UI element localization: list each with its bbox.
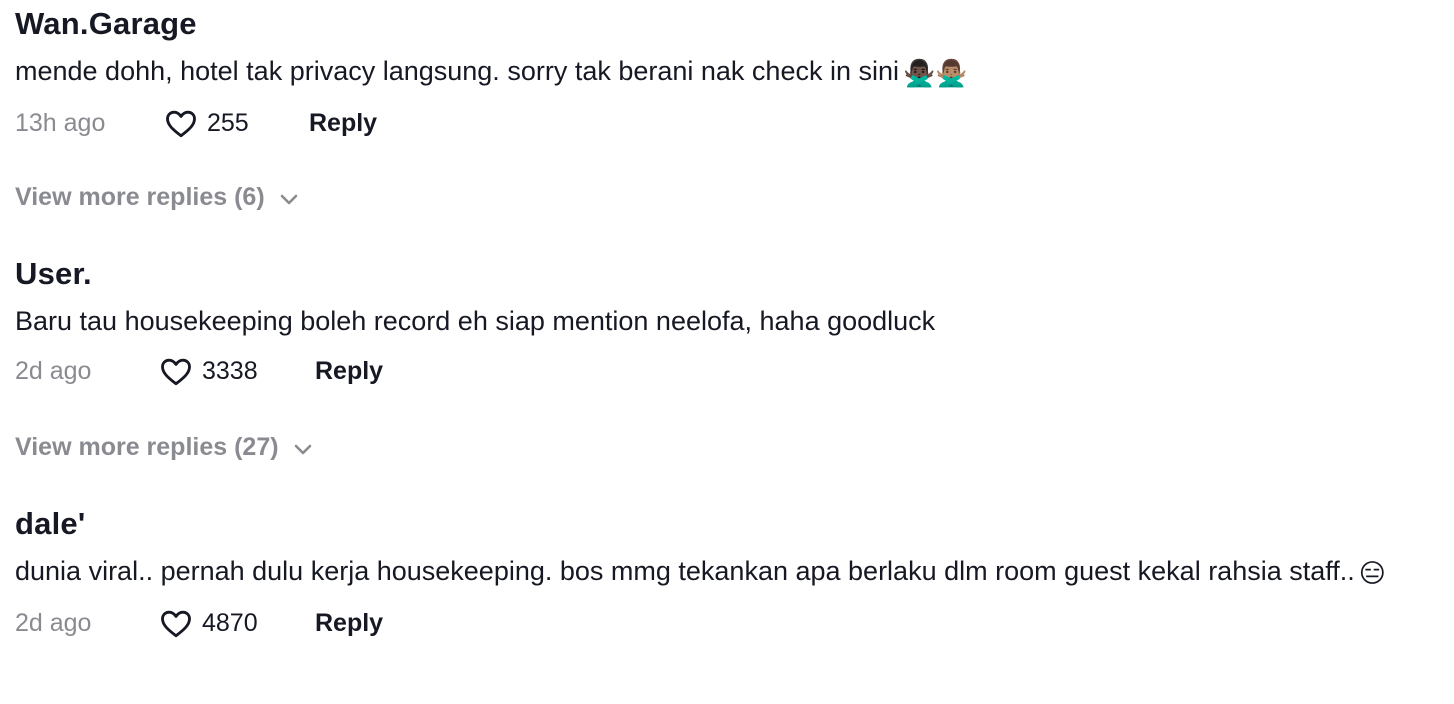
view-more-label: View more replies (6) (15, 183, 265, 211)
comment-timestamp: 2d ago (15, 357, 92, 385)
comment-item: Wan.Garage mende dohh, hotel tak privacy… (15, 4, 1424, 141)
comment-meta: 2d ago 3338 Reply (15, 353, 1424, 389)
like-count: 255 (207, 109, 249, 137)
comment-username[interactable]: User. (15, 254, 1424, 294)
comment-timestamp: 2d ago (15, 609, 92, 637)
like-button[interactable]: 255 (163, 105, 309, 141)
view-more-replies[interactable]: View more replies (6) (15, 181, 301, 213)
comment-username[interactable]: Wan.Garage (15, 4, 1424, 44)
heart-outline-icon (161, 358, 191, 386)
view-more-replies[interactable]: View more replies (27) (15, 431, 315, 463)
comment-item: dale' dunia viral.. pernah dulu kerja ho… (15, 504, 1424, 641)
comment-timestamp: 13h ago (15, 109, 106, 137)
comment-body: mende dohh, hotel tak privacy langsung. … (15, 56, 899, 86)
comment-emoji: 🙅🏿‍♂️🙅🏽‍♂️ (903, 58, 968, 88)
comment-emoji: 😑 (1358, 558, 1386, 588)
comment-item: User. Baru tau housekeeping boleh record… (15, 254, 1424, 389)
comment-meta: 2d ago 4870 Reply (15, 605, 1424, 641)
chevron-down-icon (294, 444, 311, 455)
comment-text: Baru tau housekeeping boleh record eh si… (15, 300, 1424, 343)
view-more-label: View more replies (27) (15, 433, 279, 461)
reply-button[interactable]: Reply (309, 107, 377, 139)
reply-button[interactable]: Reply (315, 355, 383, 387)
comment-meta: 13h ago 255 Reply (15, 105, 1424, 141)
comment-body: Baru tau housekeeping boleh record eh si… (15, 306, 936, 336)
comment-text: mende dohh, hotel tak privacy langsung. … (15, 50, 1424, 95)
comment-list: Wan.Garage mende dohh, hotel tak privacy… (0, 0, 1454, 704)
like-button[interactable]: 3338 (158, 353, 315, 389)
comment-body: dunia viral.. pernah dulu kerja housekee… (15, 556, 1355, 586)
heart-outline-icon (161, 610, 191, 638)
reply-button[interactable]: Reply (315, 607, 383, 639)
like-count: 4870 (202, 609, 258, 637)
chevron-down-icon (280, 194, 297, 205)
comment-username[interactable]: dale' (15, 504, 1424, 544)
comment-text: dunia viral.. pernah dulu kerja housekee… (15, 550, 1424, 595)
like-button[interactable]: 4870 (158, 605, 315, 641)
heart-outline-icon (166, 110, 196, 138)
like-count: 3338 (202, 357, 258, 385)
